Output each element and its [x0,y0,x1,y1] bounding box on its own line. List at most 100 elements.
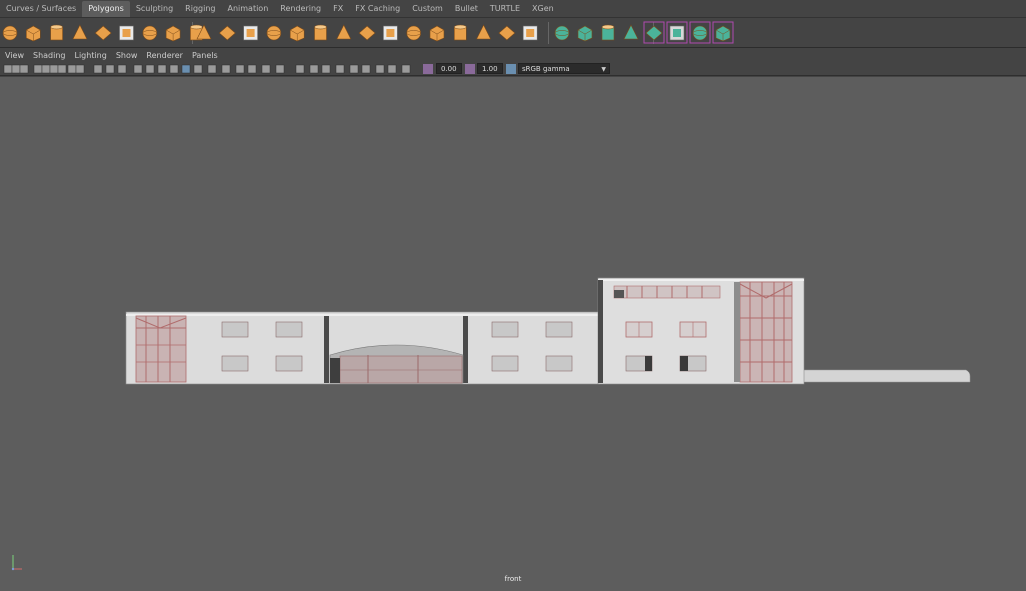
cut-uv-icon[interactable] [712,21,734,44]
viewport-tool-icon[interactable] [3,64,13,74]
shelf-tab-polygons[interactable]: Polygons [82,1,130,17]
shelf-tab-rendering[interactable]: Rendering [274,1,327,17]
viewport-tool-icon[interactable] [93,64,103,74]
poly-sphere-icon[interactable] [2,25,18,41]
left-curtain-wall [135,315,187,383]
uv-editor-icon[interactable] [554,25,570,41]
merge-icon[interactable] [522,25,538,41]
viewport-tool-icon[interactable] [33,64,43,74]
viewport-tool-icon[interactable] [41,64,51,74]
poly-cylinder-icon[interactable] [50,24,63,41]
viewport-tool-icon[interactable] [247,64,257,74]
viewport-tool-icon[interactable] [275,64,285,74]
poly-cone-icon[interactable] [72,24,88,40]
shelf-tab-turtle[interactable]: TURTLE [484,1,526,17]
shelf-tab-bar: Curves / Surfaces Polygons Sculpting Riggin… [0,0,1026,18]
viewport-tool-icon[interactable] [309,64,319,74]
right-curtain-wall [734,281,793,383]
viewport-tool-icon[interactable] [235,64,245,74]
viewport-tool-icon[interactable] [157,64,167,74]
building-model[interactable] [0,77,1026,591]
shelf-tab-bullet[interactable]: Bullet [449,1,484,17]
shelf-tab-fx[interactable]: FX [327,1,349,17]
viewport-tool-icon[interactable] [335,64,345,74]
shelf-tab-sculpting[interactable]: Sculpting [130,1,179,17]
viewport-tool-icon[interactable] [117,64,127,74]
bevel-icon[interactable] [358,25,376,41]
panel-menu-show[interactable]: Show [116,51,138,60]
viewport-tool-icon[interactable] [49,64,59,74]
offset-edge-loop-icon[interactable] [498,25,516,41]
central-entrance [329,344,464,384]
viewport-tool-icon[interactable] [221,64,231,74]
shelf-tab-custom[interactable]: Custom [406,1,449,17]
viewport-tool-icon[interactable] [349,64,359,74]
viewport-tool-icon[interactable] [193,64,203,74]
append-icon[interactable] [429,25,445,42]
unfold-icon[interactable] [666,21,688,44]
extrude-icon[interactable] [383,25,398,41]
color-management-icon[interactable] [506,64,516,74]
color-space-select[interactable]: sRGB gamma ▼ [518,63,610,74]
panel-menu-lighting[interactable]: Lighting [74,51,106,60]
panel-toolbar: 0.00 1.00 sRGB gamma ▼ [0,62,1026,76]
multi-cut-icon[interactable] [453,24,467,41]
exposure-icon[interactable] [423,64,433,74]
viewport-tool-icon[interactable] [181,64,191,74]
viewport-tool-icon[interactable] [321,64,331,74]
gamma-icon[interactable] [465,64,475,74]
viewport-tool-icon[interactable] [295,64,305,74]
shelf-icon-strip [2,21,734,44]
shelf-tab-rigging[interactable]: Rigging [179,1,221,17]
exposure-field[interactable]: 0.00 [436,63,462,74]
insert-edge-loop-icon[interactable] [476,24,492,40]
bridge-icon[interactable] [406,25,422,41]
poly-cube-icon[interactable] [26,25,41,42]
gamma-field[interactable]: 1.00 [477,63,503,74]
shelf-tab-xgen[interactable]: XGen [526,1,560,17]
color-space-value: sRGB gamma [522,65,570,73]
viewport-tool-icon[interactable] [67,64,77,74]
axis-gizmo-icon [11,555,22,571]
viewport-tool-icon[interactable] [375,64,385,74]
cylindrical-map-icon[interactable] [601,24,615,41]
viewport-tool-icon[interactable] [105,64,115,74]
viewport-tool-icon[interactable] [57,64,67,74]
cleanup-icon[interactable] [336,24,352,40]
poly-plane-icon[interactable] [94,25,112,41]
poly-pyramid-icon[interactable] [165,25,181,42]
reduce-icon[interactable] [314,24,327,41]
viewport-tool-icon[interactable] [401,64,411,74]
poly-prism-icon[interactable] [142,25,158,41]
viewport-tool-icon[interactable] [261,64,271,74]
top-strip-windows [613,285,721,299]
viewport-tool-icon[interactable] [207,64,217,74]
viewport-tool-icon[interactable] [145,64,155,74]
layout-uv-icon[interactable] [689,21,711,44]
front-viewport[interactable]: front [0,77,1026,591]
viewport-tool-icon[interactable] [75,64,85,74]
extract-icon[interactable] [243,25,258,41]
polygons-shelf [0,18,1026,48]
viewport-tool-icon[interactable] [11,64,21,74]
smooth-icon[interactable] [266,25,282,41]
viewport-tool-icon[interactable] [169,64,179,74]
chevron-down-icon: ▼ [601,66,606,73]
shelf-tab-fx-caching[interactable]: FX Caching [349,1,406,17]
viewport-tool-icon[interactable] [19,64,29,74]
panel-menu-renderer[interactable]: Renderer [146,51,183,60]
panel-menu-panels[interactable]: Panels [192,51,218,60]
spherical-map-icon[interactable] [623,24,639,40]
separate-icon[interactable] [218,25,236,41]
shelf-tab-animation[interactable]: Animation [221,1,274,17]
viewport-tool-icon[interactable] [133,64,143,74]
boolean-icon[interactable] [289,25,305,42]
panel-menu-shading[interactable]: Shading [33,51,66,60]
panel-toolbar-icons [3,64,411,74]
planar-map-icon[interactable] [577,25,593,42]
viewport-tool-icon[interactable] [387,64,397,74]
viewport-tool-icon[interactable] [361,64,371,74]
shelf-tab-curves-surfaces[interactable]: Curves / Surfaces [0,1,82,17]
poly-torus-icon[interactable] [119,25,134,41]
panel-menu-view[interactable]: View [5,51,24,60]
